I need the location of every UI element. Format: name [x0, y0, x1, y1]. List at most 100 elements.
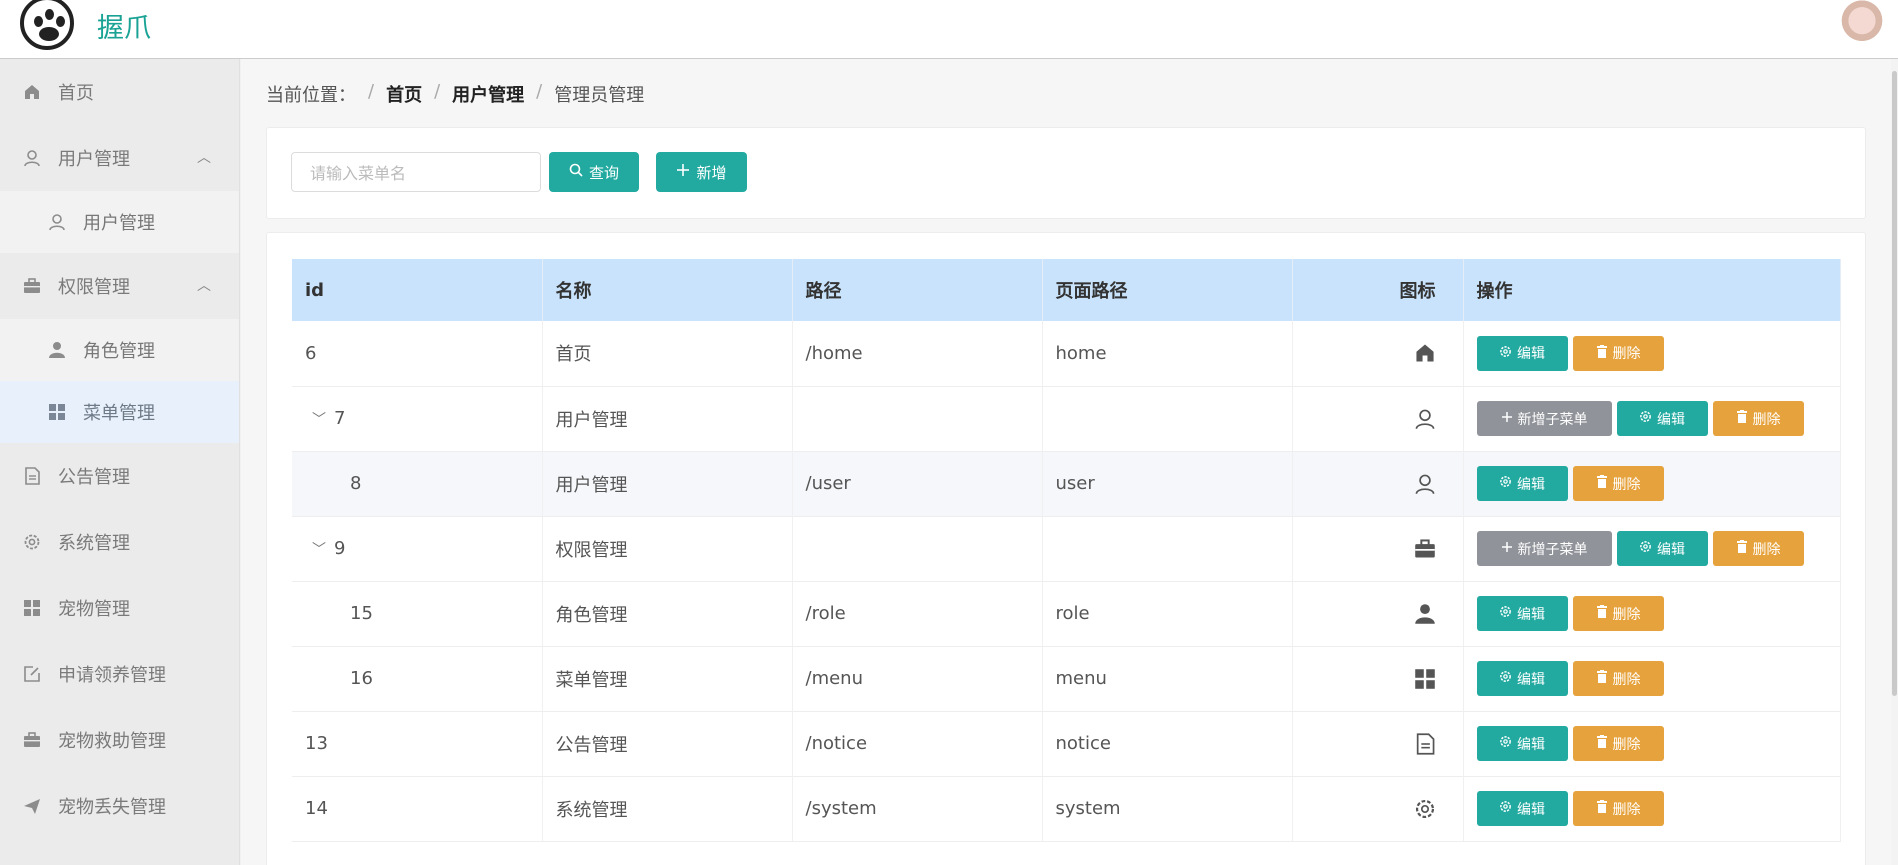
breadcrumb-separator: /: [434, 81, 441, 102]
delete-button[interactable]: 删除: [1572, 726, 1664, 761]
briefcase-icon: [1414, 538, 1436, 560]
column-header-page-path: 页面路径: [1042, 259, 1293, 321]
cell-actions: 编辑 删除: [1463, 451, 1841, 517]
edit-label: 编辑: [1517, 671, 1545, 688]
cell-page-path: menu: [1042, 646, 1293, 712]
user-avatar[interactable]: [1840, 0, 1884, 46]
table-row[interactable]: 14 系统管理/system system 编辑 删除: [292, 776, 1841, 842]
sidebar-item-adoption[interactable]: 申请领养管理: [0, 641, 239, 707]
sidebar-item-home[interactable]: 首页: [0, 59, 239, 125]
sidebar-item-lost[interactable]: 宠物丢失管理: [0, 773, 239, 839]
cell-page-path: system: [1042, 776, 1293, 842]
trash-icon: [1596, 605, 1608, 622]
sidebar-item-permission[interactable]: 权限管理 ︿: [0, 253, 239, 319]
avatar-icon: [1414, 603, 1436, 625]
search-input[interactable]: 请输入菜单名: [291, 152, 541, 192]
vertical-scrollbar[interactable]: [1891, 59, 1898, 865]
cell-name: 角色管理: [542, 581, 793, 647]
sidebar-item-user-management[interactable]: 用户管理 ︿: [0, 125, 239, 191]
cell-actions: 编辑 删除: [1463, 711, 1841, 777]
delete-label: 删除: [1612, 606, 1641, 623]
table-row[interactable]: 15 角色管理/role role 编辑 删除: [292, 581, 1841, 647]
edit-button[interactable]: 编辑: [1476, 335, 1568, 371]
edit-button[interactable]: 编辑: [1476, 466, 1568, 501]
breadcrumb-home[interactable]: 首页: [386, 81, 422, 107]
delete-button[interactable]: 删除: [1712, 401, 1804, 436]
chevron-down-icon[interactable]: ﹀: [312, 412, 326, 428]
table-header-row: id 名称 路径 页面路径 图标 操作: [292, 259, 1841, 321]
gear-icon: [1639, 410, 1652, 427]
gear-icon: [1499, 475, 1512, 492]
edit-button[interactable]: 编辑: [1616, 531, 1708, 566]
cell-actions: 编辑 删除: [1463, 646, 1841, 712]
plus-icon: [1501, 541, 1513, 557]
add-submenu-button[interactable]: 新增子菜单: [1476, 531, 1612, 566]
avatar-icon: [47, 340, 67, 360]
cell-icon: [1292, 516, 1464, 582]
table-card: id 名称 路径 页面路径 图标 操作 6 首页/home home 编辑 删除 ﹀ 7 用户…: [266, 232, 1866, 865]
cell-id: 15: [292, 581, 543, 647]
edit-button[interactable]: 编辑: [1476, 661, 1568, 696]
breadcrumb: 当前位置： / 首页 / 用户管理 / 管理员管理: [266, 81, 644, 107]
sidebar-item-label: 系统管理: [58, 533, 130, 554]
sidebar-item-rescue[interactable]: 宠物救助管理: [0, 707, 239, 773]
edit-label: 编辑: [1517, 476, 1545, 493]
sidebar-subitem-role[interactable]: 角色管理: [0, 319, 239, 381]
breadcrumb-separator: /: [536, 81, 543, 102]
cell-path: [792, 386, 1043, 452]
edit-button[interactable]: 编辑: [1476, 726, 1568, 761]
chevron-down-icon[interactable]: ﹀: [312, 542, 326, 558]
cell-id: 16: [292, 646, 543, 712]
cell-path: /menu: [792, 646, 1043, 712]
gear-icon: [1414, 798, 1436, 820]
sidebar-subitem-menu[interactable]: 菜单管理: [0, 381, 239, 443]
user-icon: [1414, 473, 1436, 495]
add-button[interactable]: 新增: [656, 152, 747, 192]
sidebar-item-notice[interactable]: 公告管理: [0, 443, 239, 509]
delete-button[interactable]: 删除: [1572, 596, 1664, 631]
cell-icon: [1292, 451, 1464, 517]
cell-page-path: user: [1042, 451, 1293, 517]
delete-label: 删除: [1612, 671, 1641, 688]
column-header-path: 路径: [792, 259, 1043, 321]
table-row[interactable]: 16 菜单管理/menu menu 编辑 删除: [292, 646, 1841, 712]
delete-button[interactable]: 删除: [1572, 466, 1664, 501]
sidebar-item-pet[interactable]: 宠物管理: [0, 575, 239, 641]
table-row[interactable]: ﹀ 7 用户管理 新增子菜单 编辑 删除: [292, 386, 1841, 452]
sidebar-item-label: 宠物救助管理: [58, 731, 166, 752]
delete-button[interactable]: 删除: [1572, 335, 1664, 371]
home-icon: [1414, 342, 1436, 364]
sidebar-item-label: 角色管理: [83, 341, 155, 362]
user-icon: [1414, 408, 1436, 430]
table-row[interactable]: 6 首页/home home 编辑 删除: [292, 321, 1841, 387]
table-row[interactable]: ﹀ 9 权限管理 新增子菜单 编辑 删除: [292, 516, 1841, 582]
cell-name: 用户管理: [542, 386, 793, 452]
table-row[interactable]: 13 公告管理/notice notice 编辑 删除: [292, 711, 1841, 777]
cell-name: 公告管理: [542, 711, 793, 777]
grid-icon: [22, 598, 42, 618]
cell-name: 用户管理: [542, 451, 793, 517]
query-button[interactable]: 查询: [549, 152, 639, 192]
sidebar-item-system[interactable]: 系统管理: [0, 509, 239, 575]
edit-label: 编辑: [1657, 411, 1685, 428]
column-header-actions: 操作: [1463, 259, 1841, 321]
breadcrumb-parent[interactable]: 用户管理: [452, 81, 524, 107]
cell-icon: [1292, 321, 1464, 387]
scrollbar-thumb[interactable]: [1892, 71, 1897, 696]
menu-table: id 名称 路径 页面路径 图标 操作 6 首页/home home 编辑 删除 ﹀ 7 用户…: [292, 259, 1841, 842]
cell-id: 6: [292, 321, 543, 387]
add-submenu-button[interactable]: 新增子菜单: [1476, 401, 1612, 436]
edit-button[interactable]: 编辑: [1616, 401, 1708, 436]
edit-button[interactable]: 编辑: [1476, 596, 1568, 631]
table-row[interactable]: 8 用户管理/user user 编辑 删除: [292, 451, 1841, 517]
delete-button[interactable]: 删除: [1572, 661, 1664, 696]
sidebar-subitem-user[interactable]: 用户管理: [0, 191, 239, 253]
cell-page-path: [1042, 386, 1293, 452]
cell-id: 8: [292, 451, 543, 517]
cell-path: /notice: [792, 711, 1043, 777]
delete-button[interactable]: 删除: [1712, 531, 1804, 566]
edit-button[interactable]: 编辑: [1476, 791, 1568, 826]
cell-name: 系统管理: [542, 776, 793, 842]
add-submenu-label: 新增子菜单: [1517, 541, 1588, 558]
delete-button[interactable]: 删除: [1572, 791, 1664, 826]
